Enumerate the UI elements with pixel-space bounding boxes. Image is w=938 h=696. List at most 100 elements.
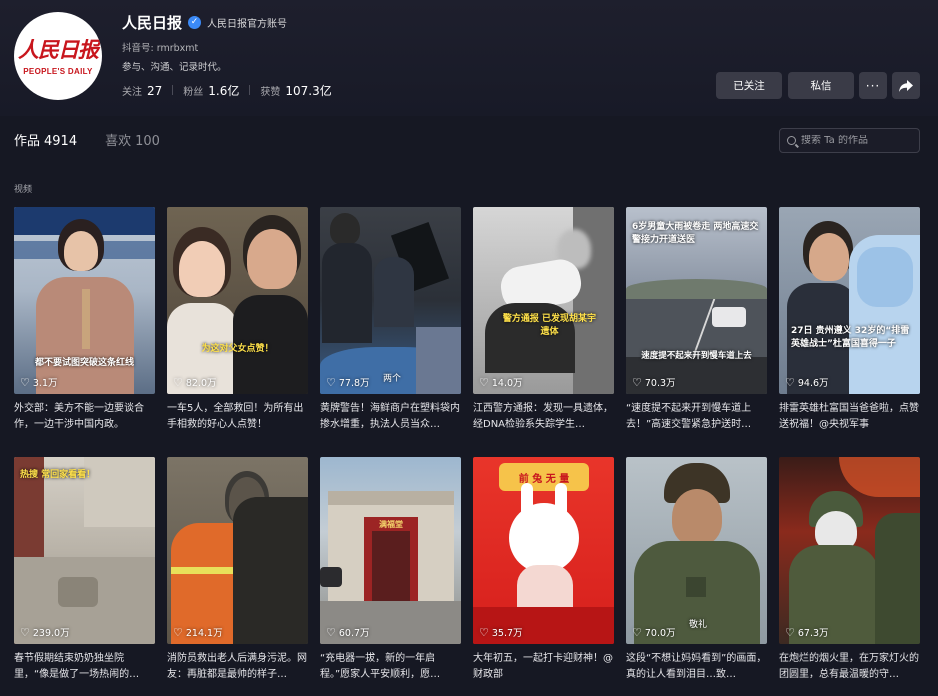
like-count-value: 60.7万 (338, 628, 370, 639)
search-input[interactable] (801, 135, 911, 146)
video-badge: 敬礼 (688, 620, 707, 630)
video-card[interactable]: ♡ 214.1万 消防员救出老人后满身污泥。网友：再脏都是最帅的样子… (167, 457, 308, 683)
video-card[interactable]: 前 兔 无 量 ♡ 35.7万 大年初五，一起打卡迎财神！@财政部 (473, 457, 614, 683)
stat-value: 1.6亿 (208, 84, 240, 98)
video-overlay-text: 都不要试图突破这条红线 (34, 358, 134, 368)
video-overlay-text: 为这对父女点赞！ (201, 344, 274, 354)
message-button[interactable]: 私信 (788, 72, 854, 99)
section-label: 视频 (14, 185, 33, 195)
video-thumbnail[interactable]: 6岁男童大雨被卷走 两地高速交警接力开道送医 速度提不起来开到慢车道上去 ♡ 70… (626, 207, 767, 394)
video-caption[interactable]: 大年初五，一起打卡迎财神！@财政部 (473, 651, 614, 683)
avatar-logo-cn: 人民日报 (18, 37, 99, 62)
heart-icon: ♡ (326, 625, 336, 639)
like-count: ♡ 14.0万 (479, 375, 523, 390)
video-overlay-text: 警方通报 已发现胡某宇遗体 (502, 314, 597, 337)
video-badge: 两个 (382, 374, 401, 384)
video-thumbnail[interactable]: 警方通报 已发现胡某宇遗体 ♡ 14.0万 (473, 207, 614, 394)
video-card[interactable]: 敬礼 ♡ 70.0万 这段“不想让妈妈看到”的画面，真的让人看到泪目…致… (626, 457, 767, 683)
content-tabs: 作品 4914 喜欢 100 (14, 130, 160, 149)
video-overlay-text: 27日 贵州遵义 32岁的“排雷英雄战士”杜富国喜得一子 (791, 326, 910, 349)
video-card[interactable]: 6岁男童大雨被卷走 两地高速交警接力开道送医 速度提不起来开到慢车道上去 ♡ 70… (626, 207, 767, 433)
followed-button[interactable]: 已关注 (716, 72, 782, 99)
tab-count: 4914 (44, 134, 78, 149)
heart-icon: ♡ (785, 375, 795, 389)
like-count: ♡ 60.7万 (326, 625, 370, 640)
like-count: ♡ 70.3万 (632, 375, 676, 390)
like-count-value: 14.0万 (491, 378, 523, 389)
video-thumbnail[interactable]: 前 兔 无 量 ♡ 35.7万 (473, 457, 614, 644)
account-id: 抖音号: rmrbxmt (122, 43, 199, 54)
video-thumbnail[interactable]: 为这对父女点赞！ ♡ 82.0万 (167, 207, 308, 394)
like-count: ♡ 3.1万 (20, 375, 58, 390)
video-caption[interactable]: 这段“不想让妈妈看到”的画面，真的让人看到泪目…致… (626, 651, 767, 683)
heart-icon: ♡ (173, 625, 183, 639)
verified-icon: ✓ (188, 16, 202, 29)
video-caption[interactable]: 在炮烂的烟火里，在万家灯火的团圆里，总有最温暖的守… (779, 651, 920, 683)
like-count-value: 70.0万 (644, 628, 676, 639)
video-thumbnail[interactable]: ♡ 214.1万 (167, 457, 308, 644)
stat-label: 关注 (122, 87, 142, 98)
like-count: ♡ 214.1万 (173, 625, 223, 640)
tab-label: 作品 (14, 134, 41, 149)
divider (249, 85, 251, 95)
video-caption[interactable]: 黄牌警告！海鲜商户在塑料袋内掺水增重，执法人员当众… (320, 401, 461, 433)
video-overlay-text: 满福堂 (379, 520, 403, 529)
like-count: ♡ 94.6万 (785, 375, 829, 390)
stat-likes: 获赞 107.3亿 (260, 82, 331, 99)
video-overlay-text: 前 兔 无 量 (518, 474, 570, 485)
share-icon (899, 79, 913, 92)
stat-following[interactable]: 关注 27 (122, 83, 162, 98)
account-name: 人民日报 (122, 14, 183, 32)
stats: 关注 27 粉丝 1.6亿 获赞 107.3亿 (122, 82, 332, 99)
tab-works[interactable]: 作品 4914 (14, 130, 77, 149)
video-caption[interactable]: “充电器一拔，新的一年启程。”愿家人平安顺利，愿… (320, 651, 461, 683)
video-overlay-text: 6岁男童大雨被卷走 两地高速交警接力开道送医 (632, 222, 759, 245)
video-thumbnail[interactable]: 27日 贵州遵义 32岁的“排雷英雄战士”杜富国喜得一子 ♡ 94.6万 (779, 207, 920, 394)
like-count-value: 35.7万 (491, 628, 523, 639)
heart-icon: ♡ (479, 375, 489, 389)
like-count-value: 67.3万 (797, 628, 829, 639)
tab-count: 100 (135, 134, 160, 149)
heart-icon: ♡ (479, 625, 489, 639)
like-count-value: 3.1万 (32, 378, 58, 389)
video-thumbnail[interactable]: ♡ 67.3万 (779, 457, 920, 644)
video-caption[interactable]: 外交部：美方不能一边要谈合作，一边干涉中国内政。 (14, 401, 155, 433)
tab-label: 喜欢 (105, 134, 132, 149)
heart-icon: ♡ (20, 625, 30, 639)
like-count: ♡ 239.0万 (20, 625, 70, 640)
tab-likes[interactable]: 喜欢 100 (105, 130, 160, 149)
video-thumbnail[interactable]: 热搜 常回家看看！ ♡ 239.0万 (14, 457, 155, 644)
more-button[interactable]: ··· (859, 72, 887, 99)
video-card[interactable]: 警方通报 已发现胡某宇遗体 ♡ 14.0万 江西警方通报：发现一具遗体，经DNA检… (473, 207, 614, 433)
video-thumbnail[interactable]: 满福堂 ♡ 60.7万 (320, 457, 461, 644)
video-card[interactable]: 为这对父女点赞！ ♡ 82.0万 一车5人，全部救回！为所有出手相救的好心人点赞！ (167, 207, 308, 433)
stat-followers[interactable]: 粉丝 1.6亿 (183, 82, 239, 99)
video-caption[interactable]: “速度提不起来开到慢车道上去！”高速交警紧急护送时… (626, 401, 767, 433)
divider (172, 85, 174, 95)
video-subtitle: 速度提不起来开到慢车道上去 (641, 351, 752, 361)
video-card[interactable]: ♡ 67.3万 在炮烂的烟火里，在万家灯火的团圆里，总有最温暖的守… (779, 457, 920, 683)
stat-label: 粉丝 (183, 87, 204, 98)
video-caption[interactable]: 春节假期结束奶奶独坐院里，“像是做了一场热闹的… (14, 651, 155, 683)
video-overlay-text: 热搜 常回家看看！ (20, 470, 96, 480)
video-thumbnail[interactable]: 敬礼 ♡ 70.0万 (626, 457, 767, 644)
video-caption[interactable]: 江西警方通报：发现一具遗体，经DNA检验系失踪学生… (473, 401, 614, 433)
video-card[interactable]: 27日 贵州遵义 32岁的“排雷英雄战士”杜富国喜得一子 ♡ 94.6万 排雷英雄… (779, 207, 920, 433)
video-thumbnail[interactable]: 都不要试图突破这条红线 ♡ 3.1万 (14, 207, 155, 394)
video-card[interactable]: 满福堂 ♡ 60.7万 “充电器一拔，新的一年启程。”愿家人平安顺利，愿… (320, 457, 461, 683)
heart-icon: ♡ (785, 625, 795, 639)
video-thumbnail[interactable]: 两个 ♡ 77.8万 (320, 207, 461, 394)
video-caption[interactable]: 消防员救出老人后满身污泥。网友：再脏都是最帅的样子… (167, 651, 308, 683)
video-card[interactable]: 两个 ♡ 77.8万 黄牌警告！海鲜商户在塑料袋内掺水增重，执法人员当众… (320, 207, 461, 433)
video-caption[interactable]: 一车5人，全部救回！为所有出手相救的好心人点赞！ (167, 401, 308, 433)
share-button[interactable] (892, 72, 920, 99)
like-count-value: 77.8万 (338, 378, 370, 389)
heart-icon: ♡ (632, 625, 642, 639)
avatar[interactable]: 人民日报 PEOPLE'S DAILY (14, 12, 102, 100)
video-card[interactable]: 都不要试图突破这条红线 ♡ 3.1万 外交部：美方不能一边要谈合作，一边干涉中国内… (14, 207, 155, 433)
video-card[interactable]: 热搜 常回家看看！ ♡ 239.0万 春节假期结束奶奶独坐院里，“像是做了一场热闹… (14, 457, 155, 683)
video-caption[interactable]: 排雷英雄杜富国当爸爸啦，点赞送祝福！@央视军事 (779, 401, 920, 433)
like-count: ♡ 70.0万 (632, 625, 676, 640)
like-count-value: 214.1万 (185, 628, 223, 639)
works-search (779, 128, 920, 153)
